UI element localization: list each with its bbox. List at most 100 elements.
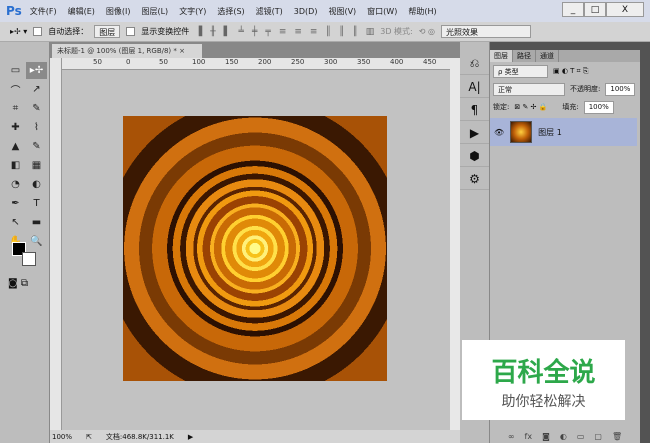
ruler-label: 150: [225, 58, 239, 66]
ruler-label: 50: [93, 58, 102, 66]
ruler-label: 50: [159, 58, 168, 66]
quick-mask-icon[interactable]: ◙ ⧉: [8, 278, 28, 289]
ruler-label: 250: [291, 58, 305, 66]
maximize-button[interactable]: □: [584, 2, 606, 17]
auto-select-label: 自动选择：: [48, 27, 89, 36]
menu-type[interactable]: 文字(Y): [179, 6, 206, 17]
menu-filter[interactable]: 滤镜(T): [256, 6, 283, 17]
opacity-label: 不透明度:: [570, 85, 601, 93]
zoom-level[interactable]: 100%: [52, 433, 72, 441]
actions-play-icon[interactable]: ▶: [460, 122, 489, 144]
character-icon[interactable]: A|: [460, 76, 489, 98]
tool-button[interactable]: ◧: [5, 157, 26, 174]
blend-mode-dropdown[interactable]: 正常: [493, 82, 565, 96]
layer-name: 图层 1: [538, 127, 562, 137]
tool-button[interactable]: ⌇: [26, 119, 47, 136]
properties-icon[interactable]: ⚙: [460, 168, 489, 190]
background-color-swatch[interactable]: [22, 252, 36, 266]
layer-thumbnail: [510, 121, 533, 143]
new-layer-icon[interactable]: ▢: [594, 432, 602, 441]
layer-row[interactable]: 👁 图层 1: [490, 118, 637, 146]
layer-filter-dropdown[interactable]: ρ 类型: [493, 64, 548, 78]
filter-icons[interactable]: ▣ ◐ T ⌗ ⎘: [553, 67, 588, 76]
tool-button[interactable]: ✒: [5, 195, 26, 212]
fill-input[interactable]: 100%: [583, 100, 614, 114]
move-tool-icon[interactable]: ▸✢ ▾: [10, 27, 27, 36]
layers-footer: ∞ fx ◙ ◐ ▭ ▢ 🗑: [490, 430, 640, 443]
tab-channels[interactable]: 通道: [536, 50, 559, 62]
auto-select-checkbox[interactable]: [33, 27, 43, 36]
adjustment-icon[interactable]: ◐: [560, 432, 567, 441]
menu-layer[interactable]: 图层(L): [141, 6, 168, 17]
menu-select[interactable]: 选择(S): [217, 6, 244, 17]
swirl-image-layer[interactable]: [123, 116, 387, 381]
tool-button[interactable]: ✎: [26, 138, 47, 155]
fill-label: 填充:: [562, 103, 579, 111]
tool-button[interactable]: ⌒: [5, 81, 26, 98]
show-transform-label: 显示变换控件: [141, 27, 190, 36]
ruler-label: 350: [357, 58, 371, 66]
menu-edit[interactable]: 编辑(E): [68, 6, 95, 17]
document-info: 文档:468.8K/311.1K: [105, 432, 174, 441]
menu-bar: Ps 文件(F) 编辑(E) 图像(I) 图层(L) 文字(Y) 选择(S) 滤…: [0, 0, 650, 22]
show-transform-checkbox[interactable]: [126, 27, 136, 36]
3d-mode-label: 3D 模式:: [380, 27, 413, 36]
lock-icons[interactable]: ⊠ ✎ ✢ 🔒: [514, 103, 547, 111]
align-buttons[interactable]: ▐ ╫ ▌ ╧ ╪ ╤ ≡ ≡ ≡ ║ ║ ║ ▥: [195, 27, 374, 37]
menu-help[interactable]: 帮助(H): [408, 6, 436, 17]
status-bar: 100% ⇱ 文档:468.8K/311.1K ▶: [50, 430, 460, 443]
tool-button[interactable]: T: [26, 195, 47, 212]
tool-button[interactable]: ▦: [26, 157, 47, 174]
fx-icon[interactable]: fx: [525, 432, 533, 441]
menu-window[interactable]: 窗口(W): [367, 6, 397, 17]
document-tab[interactable]: 未标题-1 @ 100% (图层 1, RGB/8) * ×: [52, 44, 202, 58]
tab-layers[interactable]: 图层: [490, 50, 513, 62]
tools-panel: ▭▸✢⌒↗⌗✎✚⌇▲✎◧▦◔◐✒T↖▬✋🔍 ◙ ⧉: [0, 42, 50, 443]
tool-button[interactable]: ⌗: [5, 100, 26, 117]
menu-view[interactable]: 视图(V): [328, 6, 356, 17]
tool-button[interactable]: ▭: [5, 62, 26, 79]
menu-3d[interactable]: 3D(D): [294, 7, 318, 16]
tab-close-icon[interactable]: ×: [179, 47, 185, 55]
ruler-label: 450: [423, 58, 437, 66]
menu-file[interactable]: 文件(F): [30, 6, 57, 17]
photoshop-logo: Ps: [6, 4, 22, 18]
mask-icon[interactable]: ◙: [542, 432, 550, 441]
watermark-title: 百科全说: [491, 358, 596, 388]
opacity-input[interactable]: 100%: [605, 82, 636, 96]
minimize-button[interactable]: _: [562, 2, 584, 17]
menu-image[interactable]: 图像(I): [106, 6, 131, 17]
tool-button[interactable]: ◐: [26, 176, 47, 193]
ruler-label: 400: [390, 58, 404, 66]
tool-button[interactable]: ✚: [5, 119, 26, 136]
vertical-ruler: [50, 58, 62, 430]
auto-select-dropdown[interactable]: 图层: [94, 25, 121, 38]
tab-paths[interactable]: 路径: [513, 50, 536, 62]
watermark: 百科全说 助你轻松解决: [462, 340, 625, 420]
tool-button[interactable]: ◔: [5, 176, 26, 193]
close-button[interactable]: X: [606, 2, 644, 17]
trash-icon[interactable]: 🗑: [612, 432, 622, 441]
status-menu-arrow-icon[interactable]: ▶: [188, 433, 193, 441]
group-folder-icon[interactable]: ▭: [577, 432, 585, 441]
ruler-label: 0: [126, 58, 131, 66]
tool-button[interactable]: ▬: [26, 214, 47, 231]
paragraph-icon[interactable]: ¶: [460, 99, 489, 121]
tool-button[interactable]: ▸✢: [26, 62, 47, 79]
tool-button[interactable]: ✎: [26, 100, 47, 117]
history-icon[interactable]: ⎌: [460, 53, 489, 75]
options-bar: ▸✢ ▾ 自动选择： 图层 显示变换控件 ▐ ╫ ▌ ╧ ╪ ╤ ≡ ≡ ≡ ║ ║ ║ ▥ 3D 模式…: [0, 22, 650, 42]
3d-cube-icon[interactable]: ⬢: [460, 145, 489, 167]
tool-button[interactable]: 🔍: [26, 233, 47, 250]
link-icon[interactable]: ∞: [508, 432, 515, 441]
tool-button[interactable]: ↖: [5, 214, 26, 231]
light-effect-dropdown[interactable]: 光照效果: [440, 25, 531, 38]
3d-orbit-icon[interactable]: ⟲ ◎: [419, 27, 435, 36]
watermark-subtitle: 助你轻松解决: [501, 394, 586, 410]
vertical-scrollbar[interactable]: [450, 58, 460, 430]
ruler-label: 200: [258, 58, 272, 66]
tool-button[interactable]: ▲: [5, 138, 26, 155]
tool-button[interactable]: ↗: [26, 81, 47, 98]
eye-icon[interactable]: 👁: [494, 128, 504, 137]
share-icon[interactable]: ⇱: [86, 433, 92, 441]
